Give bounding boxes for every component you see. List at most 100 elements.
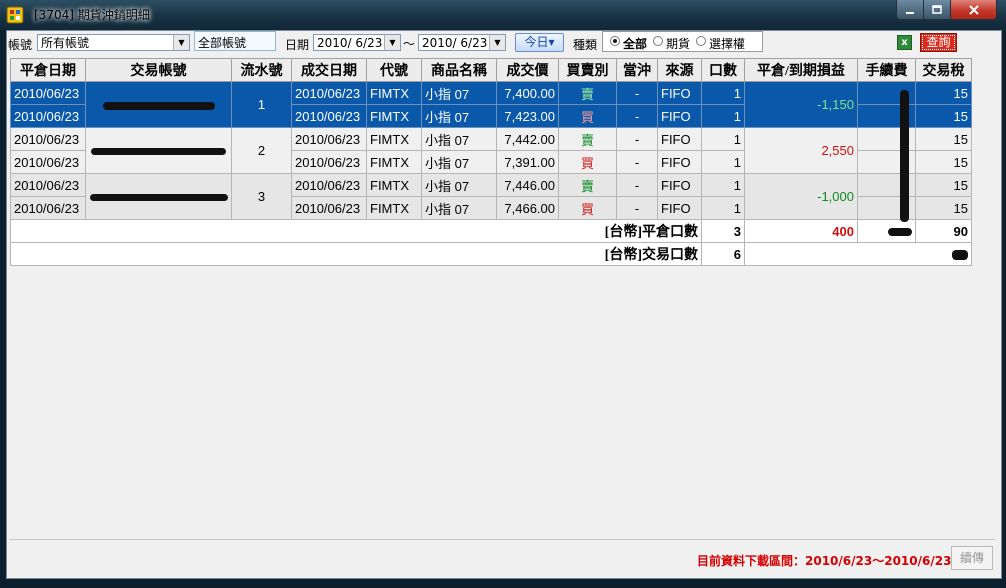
header-row: 平倉日期 交易帳號 流水號 成交日期 代號 商品名稱 成交價 買賣別 當沖 來源… [10,58,972,82]
col-product[interactable]: 商品名稱 [421,58,497,82]
close-date-cell: 2010/06/23 [10,81,86,105]
account-cell-redacted [85,173,232,220]
continue-button[interactable]: 續傳 [951,546,993,570]
side-cell: 賣 [558,127,617,151]
app-icon [6,6,24,24]
query-button[interactable]: 查詢 [920,33,957,52]
source-cell: FIFO [657,127,702,151]
radio-options-label[interactable]: 選擇權 [709,35,745,52]
date-from-picker[interactable]: 2010/ 6/23 ▼ [313,34,401,51]
code-cell: FIMTX [366,104,422,128]
qty-cell: 1 [701,127,745,151]
summary-row-close: [台幣]平倉口數 3 400 90 [10,219,972,243]
close-date-cell: 2010/06/23 [10,127,86,151]
trade-qty-value: 6 [701,242,745,266]
date-from-value: 2010/ 6/23 [317,36,383,50]
close-qty-label: [台幣]平倉口數 [10,219,702,243]
excel-icon[interactable]: x [897,35,912,50]
close-pnl-value: 400 [744,219,858,243]
col-fee[interactable]: 手續費 [857,58,916,82]
code-cell: FIMTX [366,196,422,220]
product-cell: 小指 07 [421,173,497,197]
col-trade-date[interactable]: 成交日期 [291,58,367,82]
all-account-field[interactable]: 全部帳號 [194,31,276,51]
price-cell: 7,442.00 [496,127,559,151]
table-row[interactable]: 2010/06/23 1 2010/06/23 FIMTX 小指 07 7,40… [10,81,972,128]
qty-cell: 1 [701,104,745,128]
chevron-down-icon[interactable]: ▼ [489,35,505,50]
price-cell: 7,391.00 [496,150,559,174]
chevron-down-icon[interactable]: ▼ [173,35,189,50]
source-cell: FIFO [657,150,702,174]
daytrade-cell: - [616,81,658,105]
daytrade-cell: - [616,104,658,128]
col-account[interactable]: 交易帳號 [85,58,232,82]
date-to-picker[interactable]: 2010/ 6/23 ▼ [418,34,506,51]
type-label: 種類 [573,38,598,52]
radio-futures-label[interactable]: 期貨 [666,35,690,52]
side-cell: 買 [558,196,617,220]
radio-options[interactable] [696,36,706,46]
daytrade-cell: - [616,196,658,220]
col-code[interactable]: 代號 [366,58,422,82]
serial-cell: 3 [231,173,292,220]
pnl-cell: 2,550 [744,127,858,174]
qty-cell: 1 [701,150,745,174]
tax-cell: 15 [915,150,972,174]
title-bar: [3704] 期貨沖銷明細 [0,0,1006,30]
tax-cell: 15 [915,173,972,197]
radio-all-label[interactable]: 全部 [623,35,647,52]
close-fee-redacted [857,219,916,243]
client-area: 帳號 所有帳號 ▼ 全部帳號 日期 2010/ 6/23 ▼ ～ 2010/ 6… [6,30,1002,579]
code-cell: FIMTX [366,150,422,174]
account-cell-redacted [85,127,232,174]
daytrade-cell: - [616,127,658,151]
account-dropdown-value: 所有帳號 [41,36,90,50]
account-cell-redacted [85,81,232,128]
col-side[interactable]: 買賣別 [558,58,617,82]
maximize-button[interactable] [923,0,951,20]
minimize-button[interactable] [896,0,924,20]
col-serial[interactable]: 流水號 [231,58,292,82]
table-row[interactable]: 2010/06/23 2 2010/06/23 FIMTX 小指 07 7,44… [10,127,972,174]
daytrade-cell: - [616,150,658,174]
trade-date-cell: 2010/06/23 [291,173,367,197]
account-label: 帳號 [8,38,33,52]
code-cell: FIMTX [366,173,422,197]
account-dropdown[interactable]: 所有帳號 ▼ [37,34,190,51]
qty-cell: 1 [701,173,745,197]
tax-cell: 15 [915,104,972,128]
window-title: [3704] 期貨沖銷明細 [34,8,150,22]
col-tax[interactable]: 交易稅 [915,58,972,82]
col-source[interactable]: 來源 [657,58,702,82]
product-cell: 小指 07 [421,150,497,174]
price-cell: 7,446.00 [496,173,559,197]
close-button[interactable] [950,0,997,20]
fee-redaction-mark [900,90,909,222]
col-pnl[interactable]: 平倉/到期損益 [744,58,858,82]
type-radio-group: 全部 期貨 選擇權 [602,31,763,52]
date-to-value: 2010/ 6/23 [422,36,488,50]
source-cell: FIFO [657,196,702,220]
summary-row-trade: [台幣]交易口數 6 [10,242,972,266]
close-qty-value: 3 [701,219,745,243]
col-close-date[interactable]: 平倉日期 [10,58,86,82]
price-cell: 7,466.00 [496,196,559,220]
serial-cell: 2 [231,127,292,174]
radio-futures[interactable] [653,36,663,46]
col-daytrade[interactable]: 當沖 [616,58,658,82]
table-row[interactable]: 2010/06/23 3 2010/06/23 FIMTX 小指 07 7,44… [10,173,972,220]
col-price[interactable]: 成交價 [496,58,559,82]
product-cell: 小指 07 [421,127,497,151]
pnl-cell: -1,150 [744,81,858,128]
col-qty[interactable]: 口數 [701,58,745,82]
chevron-down-icon[interactable]: ▼ [384,35,400,50]
price-cell: 7,400.00 [496,81,559,105]
close-icon [968,4,979,15]
source-cell: FIFO [657,81,702,105]
radio-all[interactable] [610,36,620,46]
date-label: 日期 [285,38,310,52]
trade-cost-redacted [744,242,972,266]
trade-date-cell: 2010/06/23 [291,150,367,174]
today-button[interactable]: 今日▾ [515,33,564,52]
